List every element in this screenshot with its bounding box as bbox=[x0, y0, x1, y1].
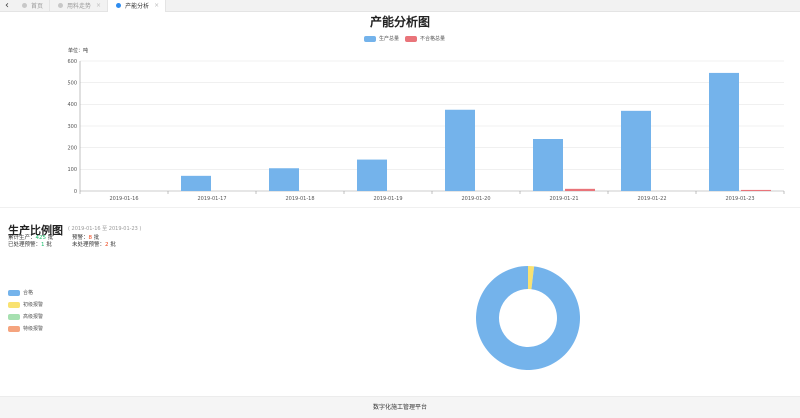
legend-item-qualified[interactable]: 合格 bbox=[8, 289, 43, 296]
stat-unit: 批 bbox=[47, 235, 54, 241]
section-divider bbox=[0, 207, 800, 208]
legend-item-warn-advanced[interactable]: 高级报警 bbox=[8, 313, 43, 320]
stat-unit: 批 bbox=[93, 235, 100, 241]
stat-label: 已处理预警： bbox=[8, 242, 42, 248]
close-icon[interactable]: × bbox=[96, 2, 101, 9]
bar bbox=[181, 175, 211, 191]
stat-handled: 已处理预警：1 批 bbox=[8, 242, 72, 249]
legend-swatch bbox=[364, 35, 376, 42]
legend-item-production[interactable]: 生产总量 bbox=[364, 35, 399, 42]
x-tick-label: 2019-01-23 bbox=[725, 196, 754, 202]
capacity-chart-legend: 生产总量 不合格总量 bbox=[364, 35, 451, 42]
tab-label: 产能分析 bbox=[125, 3, 150, 10]
close-icon[interactable]: × bbox=[154, 2, 159, 9]
stat-unhandled: 未处理预警：2 批 bbox=[72, 242, 136, 249]
stat-value: 2 bbox=[105, 242, 109, 248]
y-tick-label: 500 bbox=[67, 80, 77, 86]
tab-dot-icon bbox=[58, 3, 64, 8]
capacity-chart-title: 产能分析图 bbox=[369, 15, 430, 29]
legend-swatch bbox=[8, 313, 20, 320]
x-tick-label: 2019-01-21 bbox=[549, 196, 578, 202]
capacity-bar-chart: 0 100 200 300 400 500 600 2019-01-16 2019-01-17 2… bbox=[67, 59, 785, 202]
legend-item-warn-primary[interactable]: 初级报警 bbox=[8, 301, 43, 308]
tab-home[interactable]: 首页 bbox=[14, 0, 51, 12]
y-tick-label: 0 bbox=[74, 189, 77, 195]
bar bbox=[741, 189, 771, 191]
tab-capacity-analysis[interactable]: 产能分析 × bbox=[108, 0, 167, 12]
legend-swatch bbox=[405, 35, 418, 42]
page: ‹ 首页 用料走势 × 产能分析 × 产能分析图 生产总量 不合格总量 单位：吨… bbox=[0, 0, 800, 418]
proportion-date-range: ( 2019-01-16 至 2019-01-23 ) bbox=[68, 226, 142, 232]
tab-label: 首页 bbox=[31, 3, 44, 10]
legend-item-warn-special[interactable]: 特级报警 bbox=[8, 325, 43, 332]
x-tick-label: 2019-01-22 bbox=[637, 196, 666, 202]
y-tick-label: 600 bbox=[67, 59, 77, 65]
footer: 数字化施工管理平台 bbox=[0, 396, 800, 418]
x-tick-label: 2019-01-16 bbox=[109, 196, 138, 202]
stat-total: 累计生产：425 批 bbox=[8, 235, 72, 242]
stat-label: 预警： bbox=[72, 235, 89, 241]
bar bbox=[621, 110, 651, 191]
proportion-legend: 合格 初级报警 高级报警 特级报警 bbox=[8, 289, 43, 337]
legend-label: 初级报警 bbox=[23, 302, 44, 308]
legend-label: 合格 bbox=[23, 290, 34, 296]
stat-label: 累计生产： bbox=[8, 235, 36, 241]
legend-label: 高级报警 bbox=[23, 314, 44, 320]
stat-value: 8 bbox=[88, 235, 93, 241]
tab-dot-icon bbox=[116, 3, 122, 8]
y-tick-label: 300 bbox=[67, 124, 77, 130]
legend-swatch bbox=[8, 289, 20, 296]
legend-label: 特级报警 bbox=[23, 326, 44, 332]
tab-label: 用料走势 bbox=[67, 3, 92, 10]
x-tick-label: 2019-01-20 bbox=[461, 196, 490, 202]
stat-unit: 批 bbox=[110, 242, 116, 248]
stat-value: 425 bbox=[35, 235, 47, 241]
stat-warn: 预警：8 批 bbox=[72, 235, 136, 242]
x-tick-label: 2019-01-18 bbox=[285, 196, 314, 202]
stat-label: 未处理预警： bbox=[72, 242, 106, 248]
x-tick-label: 2019-01-17 bbox=[197, 196, 226, 202]
tab-material-trend[interactable]: 用料走势 × bbox=[50, 0, 109, 12]
bar bbox=[269, 168, 299, 191]
proportion-donut-chart bbox=[476, 266, 580, 370]
back-arrow-icon[interactable]: ‹ bbox=[0, 0, 14, 12]
production-stats: 累计生产：425 批 预警：8 批 已处理预警：1 批 未处理预警：2 批 bbox=[8, 235, 136, 249]
bar bbox=[565, 188, 595, 191]
bar bbox=[533, 139, 563, 191]
y-tick-label: 400 bbox=[67, 102, 77, 108]
legend-swatch bbox=[8, 325, 20, 332]
tab-bar: ‹ 首页 用料走势 × 产能分析 × bbox=[0, 0, 800, 12]
y-tick-label: 100 bbox=[67, 167, 77, 173]
stat-unit: 批 bbox=[46, 242, 52, 248]
bar bbox=[357, 159, 387, 191]
bar bbox=[709, 72, 739, 191]
x-tick-label: 2019-01-19 bbox=[373, 196, 402, 202]
legend-label: 不合格总量 bbox=[420, 36, 446, 42]
legend-item-defect[interactable]: 不合格总量 bbox=[405, 35, 445, 42]
legend-label: 生产总量 bbox=[379, 36, 400, 42]
y-tick-label: 200 bbox=[67, 145, 77, 151]
bar bbox=[445, 109, 475, 191]
stat-value: 1 bbox=[41, 242, 45, 248]
tab-dot-icon bbox=[22, 3, 27, 8]
legend-swatch bbox=[8, 301, 20, 308]
